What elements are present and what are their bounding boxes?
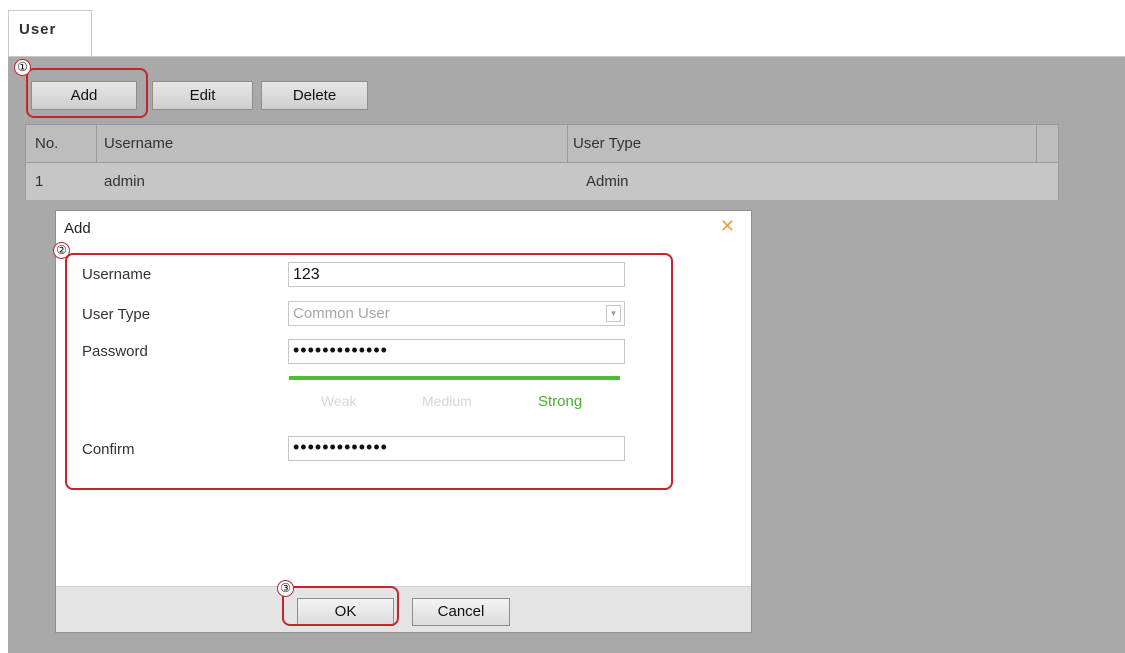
confirm-label: Confirm bbox=[82, 441, 135, 458]
strength-strong-label: Strong bbox=[538, 393, 583, 410]
column-header-user-type[interactable]: User Type bbox=[573, 125, 641, 162]
password-label: Password bbox=[82, 343, 148, 360]
dialog-footer: OK Cancel bbox=[56, 586, 751, 632]
confirm-password-input[interactable]: ••••••••••••• bbox=[288, 436, 625, 461]
cell-username: admin bbox=[104, 173, 145, 190]
delete-button[interactable]: Delete bbox=[261, 81, 368, 110]
password-strength-bar bbox=[289, 376, 620, 380]
user-type-value: Common User bbox=[293, 305, 390, 322]
table-row[interactable]: 1 admin Admin bbox=[26, 163, 1058, 200]
tab-bar: User bbox=[8, 0, 1125, 57]
strength-weak-label: Weak bbox=[321, 393, 357, 409]
step-1-marker: ① bbox=[14, 59, 31, 76]
column-divider bbox=[567, 125, 568, 162]
strength-medium-label: Medium bbox=[422, 393, 472, 409]
ok-button[interactable]: OK bbox=[297, 598, 394, 626]
add-button[interactable]: Add bbox=[31, 81, 137, 110]
cell-user-type: Admin bbox=[586, 173, 629, 190]
username-input[interactable]: 123 bbox=[288, 262, 625, 287]
cancel-button[interactable]: Cancel bbox=[412, 598, 510, 626]
chevron-down-icon[interactable]: ▼ bbox=[606, 305, 621, 322]
add-user-dialog: Add ✕ Username 123 User Type Common User… bbox=[55, 210, 752, 633]
user-table: No. Username User Type 1 admin Admin bbox=[25, 124, 1059, 200]
close-icon[interactable]: ✕ bbox=[720, 216, 735, 237]
username-label: Username bbox=[82, 266, 152, 283]
edit-button[interactable]: Edit bbox=[152, 81, 253, 110]
table-header: No. Username User Type bbox=[26, 125, 1058, 163]
step-2-marker: ② bbox=[53, 242, 70, 259]
user-type-select[interactable]: Common User ▼ bbox=[288, 301, 625, 326]
password-input[interactable]: ••••••••••••• bbox=[288, 339, 625, 364]
step-3-marker: ③ bbox=[277, 580, 294, 597]
column-header-no[interactable]: No. bbox=[35, 125, 58, 162]
column-divider bbox=[1036, 125, 1037, 162]
user-type-label: User Type bbox=[82, 306, 151, 323]
column-divider bbox=[96, 125, 97, 162]
column-header-username[interactable]: Username bbox=[104, 125, 173, 162]
cell-no: 1 bbox=[35, 173, 44, 190]
dialog-title: Add bbox=[64, 220, 91, 237]
tab-user[interactable]: User bbox=[8, 10, 92, 56]
